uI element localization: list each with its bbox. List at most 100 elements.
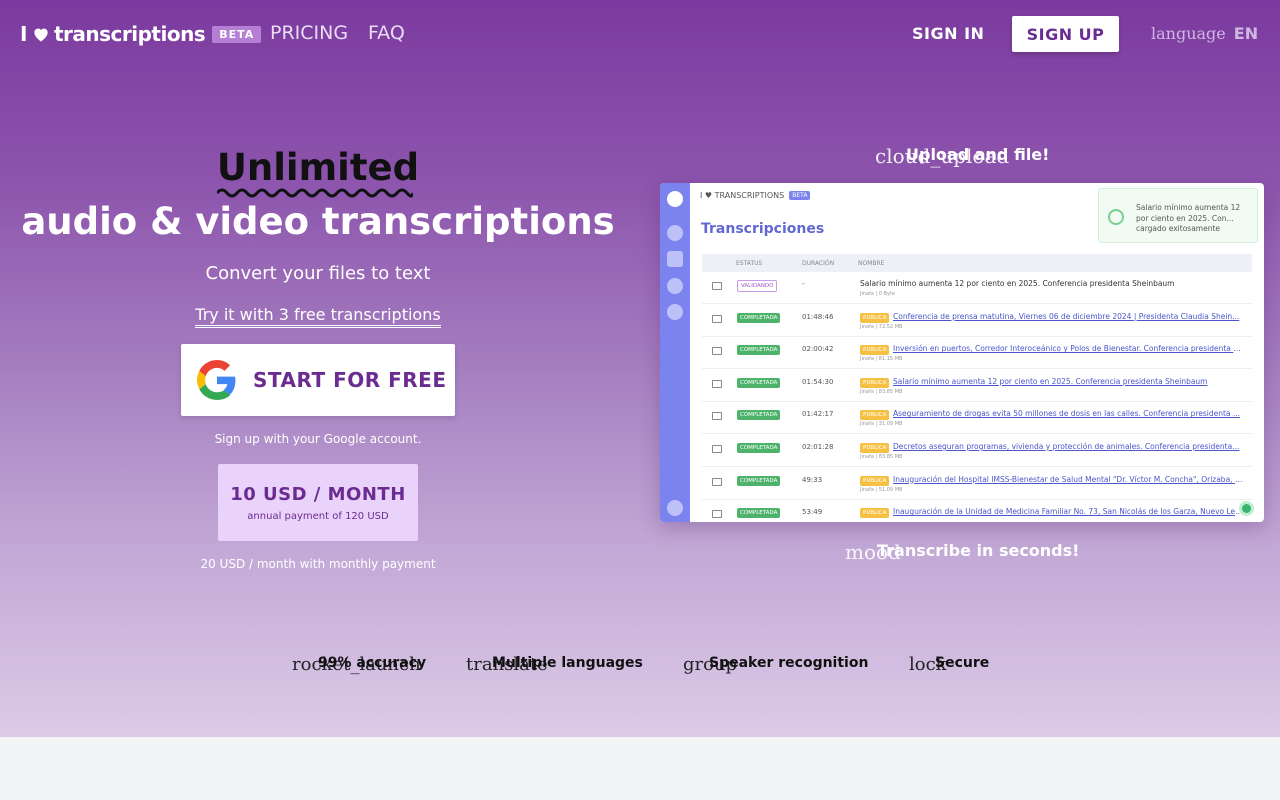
- home-icon: [667, 225, 683, 241]
- row-visibility: PÚBLICA: [860, 475, 890, 486]
- preview-status-dot: [1239, 501, 1254, 516]
- preview-sidebar: [660, 183, 690, 522]
- mic-icon: [712, 282, 722, 290]
- price-main: 10 USD / MONTH: [230, 484, 406, 505]
- preview-toast: Salario mínimo aumenta 12 por ciento en …: [1098, 188, 1258, 243]
- row-duration: 53:49: [802, 508, 823, 517]
- row-status: COMPLETADA: [737, 508, 781, 519]
- start-for-free-button[interactable]: START FOR FREE: [181, 344, 455, 416]
- hero-subtitle: Convert your files to text: [205, 263, 431, 284]
- check-circle-icon: [1108, 209, 1124, 225]
- film-icon: [712, 347, 722, 356]
- language-code: EN: [1233, 24, 1259, 43]
- row-duration: 01:54:30: [802, 377, 834, 386]
- preview-table-row: COMPLETADA 02:00:42 PÚBLICA Inversión en pu…: [702, 337, 1252, 370]
- row-status: COMPLETADA: [737, 312, 781, 323]
- row-duration: 02:01:28: [802, 443, 834, 451]
- language-icon: language: [1151, 24, 1226, 43]
- nav-faq[interactable]: FAQ: [368, 22, 405, 44]
- row-name: Salario mínimo aumenta 12 por ciento en …: [860, 279, 1175, 288]
- free-trial-link[interactable]: Try it with 3 free transcriptions: [0, 305, 636, 328]
- google-icon: [197, 360, 236, 400]
- sign-in-link[interactable]: SIGN IN: [912, 24, 984, 43]
- film-icon: [712, 314, 722, 323]
- app-preview-screenshot: I ♥ TRANSCRIPTIONS BETA Transcripciones …: [660, 183, 1264, 522]
- row-meta: Jinafa | 83.85 MB: [860, 454, 903, 460]
- logo-word: transcriptions: [53, 22, 206, 46]
- language-selector[interactable]: language EN: [1151, 24, 1258, 43]
- row-name: Inversión en puertos, Corredor Interoceá…: [893, 344, 1243, 354]
- film-icon: [712, 477, 722, 486]
- row-name: Salario mínimo aumenta 12 por ciento en …: [893, 376, 1208, 386]
- row-status: COMPLETADA: [737, 410, 781, 421]
- film-icon: [712, 510, 722, 519]
- feature-speakers: Speaker recognition: [709, 655, 869, 671]
- preview-table-row: COMPLETADA 02:01:28 PÚBLICA Decretos asegur…: [702, 435, 1252, 467]
- row-visibility: PÚBLICA: [860, 410, 890, 421]
- row-name: Conferencia de prensa matutina, Viernes …: [893, 311, 1240, 321]
- monthly-price-note: 20 USD / month with monthly payment: [200, 557, 436, 571]
- settings-icon: [667, 500, 683, 516]
- preview-table-row: COMPLETADA 01:42:17 PÚBLICA Aseguramiento d…: [702, 402, 1252, 435]
- preview-table-row: VALIDANDO - Salario mínimo aumenta 12 por …: [702, 272, 1252, 304]
- preview-table-row: COMPLETADA 01:54:30 PÚBLICA Salario mínimo …: [702, 370, 1252, 402]
- film-icon: [712, 412, 722, 421]
- row-duration: 49:33: [802, 475, 823, 484]
- preview-table-row: COMPLETADA 49:33 PÚBLICA Inauguración del H…: [702, 468, 1252, 500]
- row-visibility: PÚBLICA: [860, 312, 890, 323]
- heart-icon: [34, 28, 48, 42]
- row-duration: 01:48:46: [802, 312, 834, 321]
- film-icon: [712, 445, 722, 453]
- film-icon: [712, 379, 722, 388]
- feature-secure: Secure: [935, 655, 990, 671]
- help-icon: [667, 304, 683, 320]
- row-visibility: PÚBLICA: [860, 508, 890, 519]
- row-name: Aseguramiento de drogas evita 50 millone…: [893, 409, 1241, 419]
- row-meta: Jinafa | 83.85 MB: [860, 388, 903, 395]
- row-meta: Jinafa | 31.09 MB: [860, 421, 903, 428]
- preview-table-header: ESTATUS DURACIÓN NOMBRE: [702, 254, 1252, 272]
- row-visibility: PÚBLICA: [860, 377, 890, 388]
- row-name: Decretos aseguran programas, vivienda y …: [893, 442, 1240, 451]
- row-status: COMPLETADA: [737, 377, 781, 388]
- row-status: COMPLETADA: [737, 345, 781, 356]
- row-meta: Jinafa | 0 Byte: [860, 291, 895, 297]
- price-card[interactable]: 10 USD / MONTH annual payment of 120 USD: [218, 464, 418, 541]
- hero-title-highlight: Unlimited: [0, 146, 636, 198]
- preview-table-row: COMPLETADA 01:48:46 PÚBLICA Conferencia de …: [702, 305, 1252, 337]
- hero-title: audio & video transcriptions: [21, 200, 615, 243]
- row-status: COMPLETADA: [737, 443, 781, 453]
- feature-languages: Multiple languages: [492, 655, 643, 671]
- upload-caption: Upload and file!: [906, 145, 1050, 164]
- google-signup-note: Sign up with your Google account.: [214, 432, 422, 446]
- row-duration: 01:42:17: [802, 410, 834, 419]
- sign-up-button[interactable]: SIGN UP: [1012, 16, 1119, 52]
- row-visibility: PÚBLICA: [860, 345, 890, 356]
- flame-icon: [667, 191, 683, 207]
- row-status: VALIDANDO: [737, 280, 778, 292]
- row-meta: Jinafa | 51.09 MB: [860, 486, 903, 493]
- row-duration: -: [802, 280, 805, 288]
- feature-accuracy: 99% accuracy: [318, 655, 427, 671]
- squiggle-underline: [216, 188, 413, 198]
- row-meta: Jinafa | 72.52 MB: [860, 323, 903, 330]
- transcribe-caption: Transcribe in seconds!: [877, 541, 1080, 560]
- logo[interactable]: I transcriptions BETA: [20, 22, 262, 46]
- preview-heading: Transcripciones: [701, 221, 825, 237]
- row-name: Inauguración del Hospital IMSS-Bienestar…: [893, 474, 1243, 484]
- row-visibility: PÚBLICA: [860, 443, 890, 453]
- next-section-heading-peek: [520, 787, 630, 800]
- preview-table-row: COMPLETADA 53:49 PÚBLICA Inauguración de la…: [702, 500, 1252, 522]
- row-name: Inauguración de la Unidad de Medicina Fa…: [893, 507, 1243, 517]
- book-icon: [667, 278, 683, 294]
- price-sub: annual payment of 120 USD: [247, 511, 389, 522]
- beta-badge: BETA: [212, 25, 262, 43]
- logo-prefix: I: [20, 22, 27, 46]
- mic-icon: [667, 251, 683, 267]
- row-status: COMPLETADA: [737, 475, 781, 486]
- nav-pricing[interactable]: PRICING: [270, 22, 348, 44]
- start-for-free-label: START FOR FREE: [253, 368, 447, 392]
- row-duration: 02:00:42: [802, 345, 834, 354]
- row-meta: Jinafa | 81.15 MB: [860, 356, 903, 363]
- preview-topbar: I ♥ TRANSCRIPTIONS BETA: [700, 191, 811, 200]
